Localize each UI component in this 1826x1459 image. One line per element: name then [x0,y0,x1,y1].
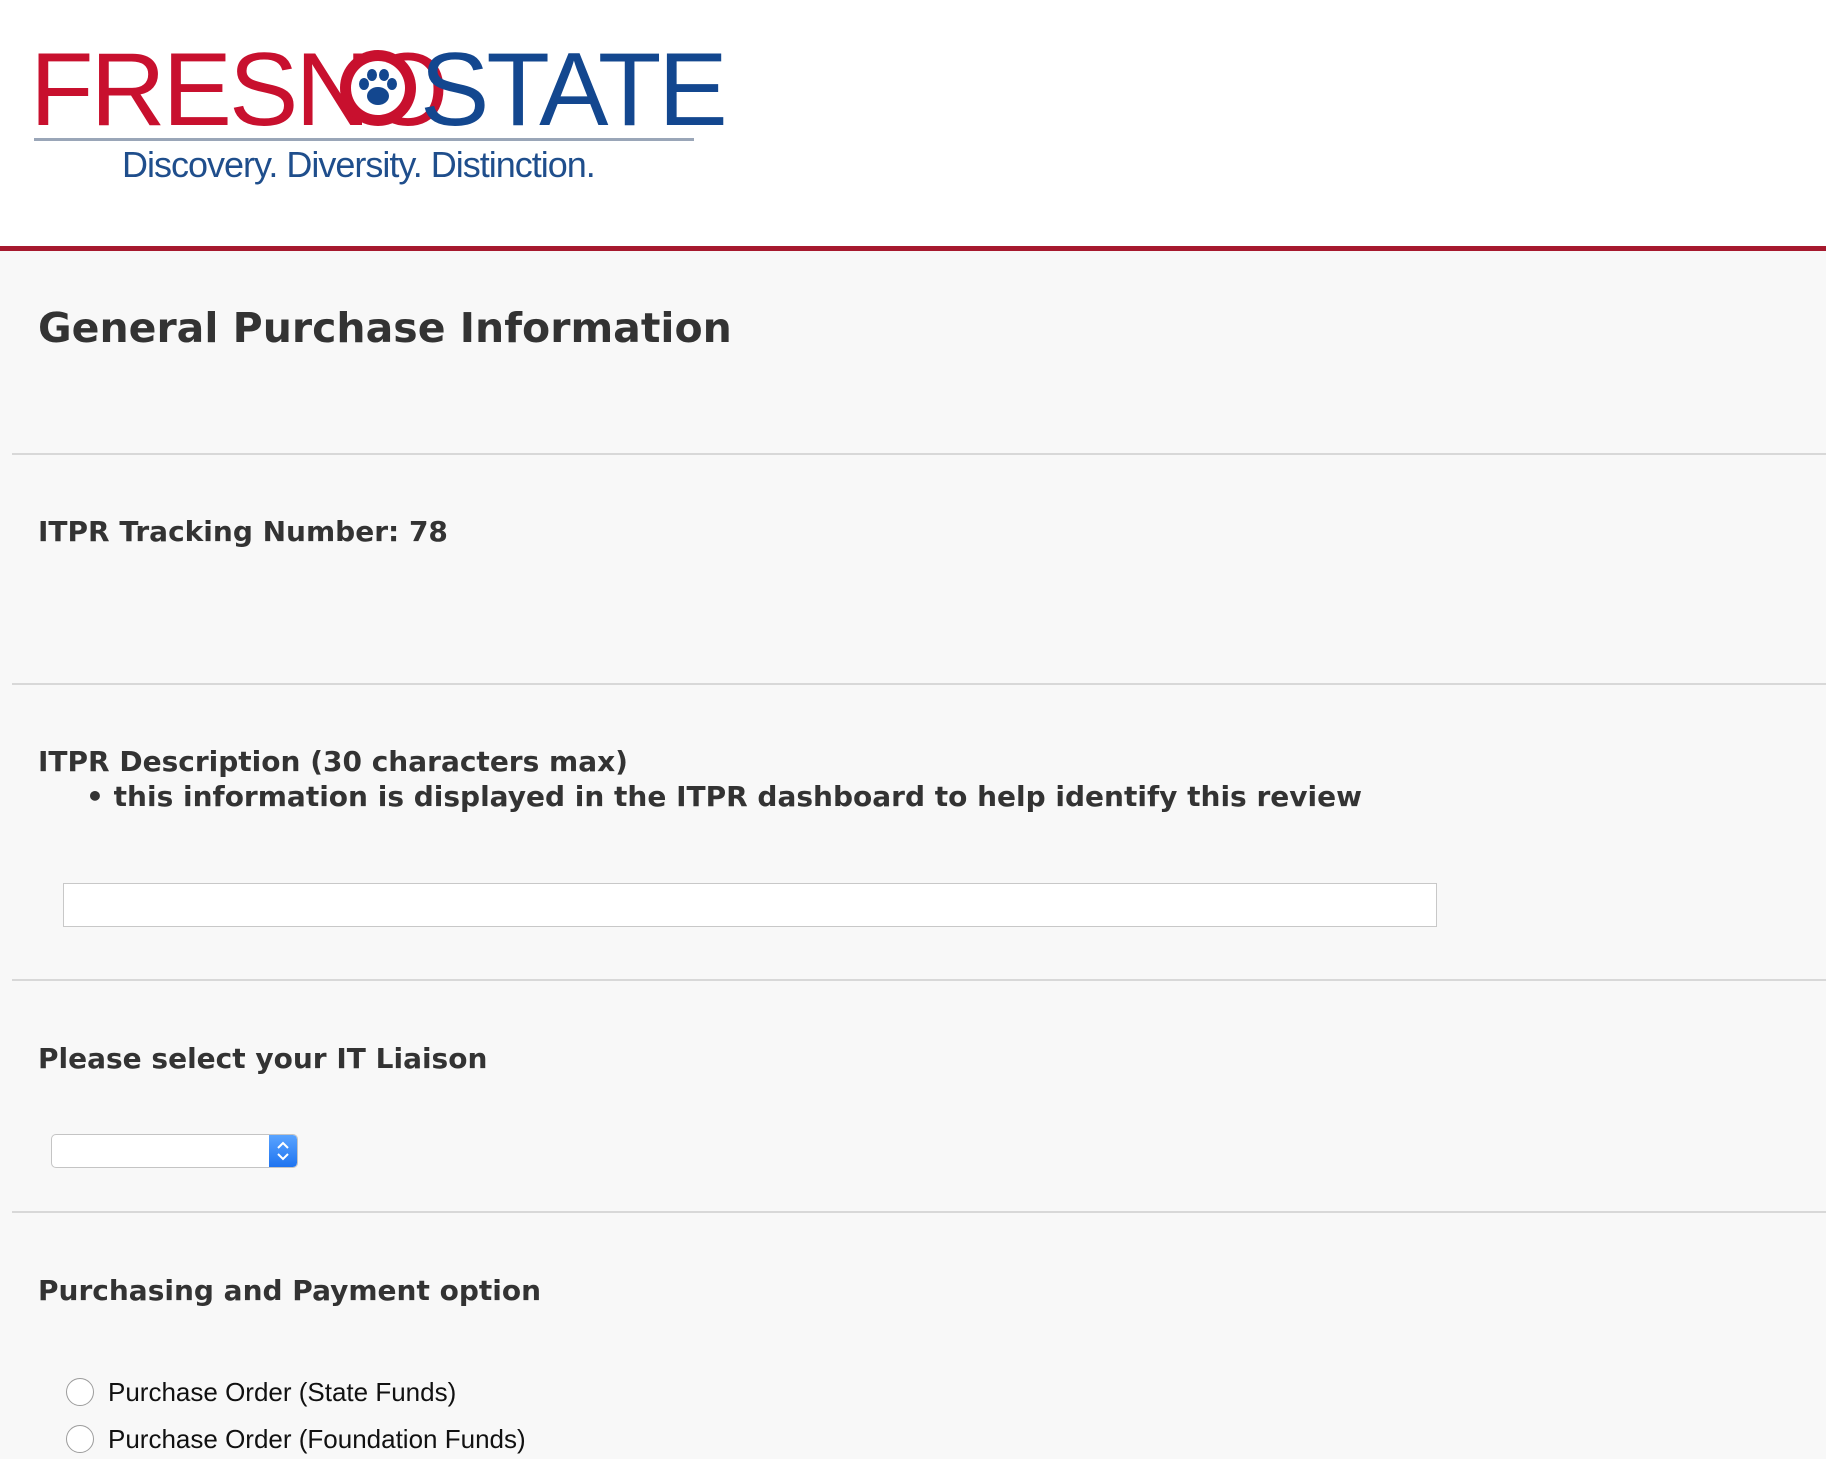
section-divider [12,453,1826,455]
description-hint: • this information is displayed in the I… [86,780,1362,813]
description-hint-text: this information is displayed in the ITP… [113,780,1362,813]
tracking-number-label: ITPR Tracking Number: 78 [38,515,448,548]
page-title: General Purchase Information [38,304,732,352]
bulldog-paw-icon [340,50,416,126]
logo-word-state: STATE [420,32,728,148]
payment-option-label: Purchase Order (Foundation Funds) [108,1424,526,1454]
description-label: ITPR Description (30 characters max) [38,745,628,778]
section-divider [12,979,1826,981]
liaison-select[interactable] [51,1134,298,1168]
radio-button[interactable] [66,1378,94,1406]
radio-button[interactable] [66,1425,94,1453]
payment-option-label: Purchase Order (State Funds) [108,1377,457,1407]
select-stepper-icon [269,1135,297,1167]
section-divider [12,683,1826,685]
section-divider [12,1211,1826,1213]
logo-tagline: Discovery. Diversity. Distinction. [122,144,596,185]
fresno-state-logo[interactable]: FRESNO STATE Discovery. Diversity. Disti… [30,38,728,200]
payment-label: Purchasing and Payment option [38,1274,542,1307]
logo-divider [34,138,694,141]
site-header: FRESNO STATE Discovery. Diversity. Disti… [0,0,1826,251]
description-input[interactable] [63,883,1437,927]
bullet-icon: • [86,780,104,813]
liaison-label: Please select your IT Liaison [38,1042,488,1075]
